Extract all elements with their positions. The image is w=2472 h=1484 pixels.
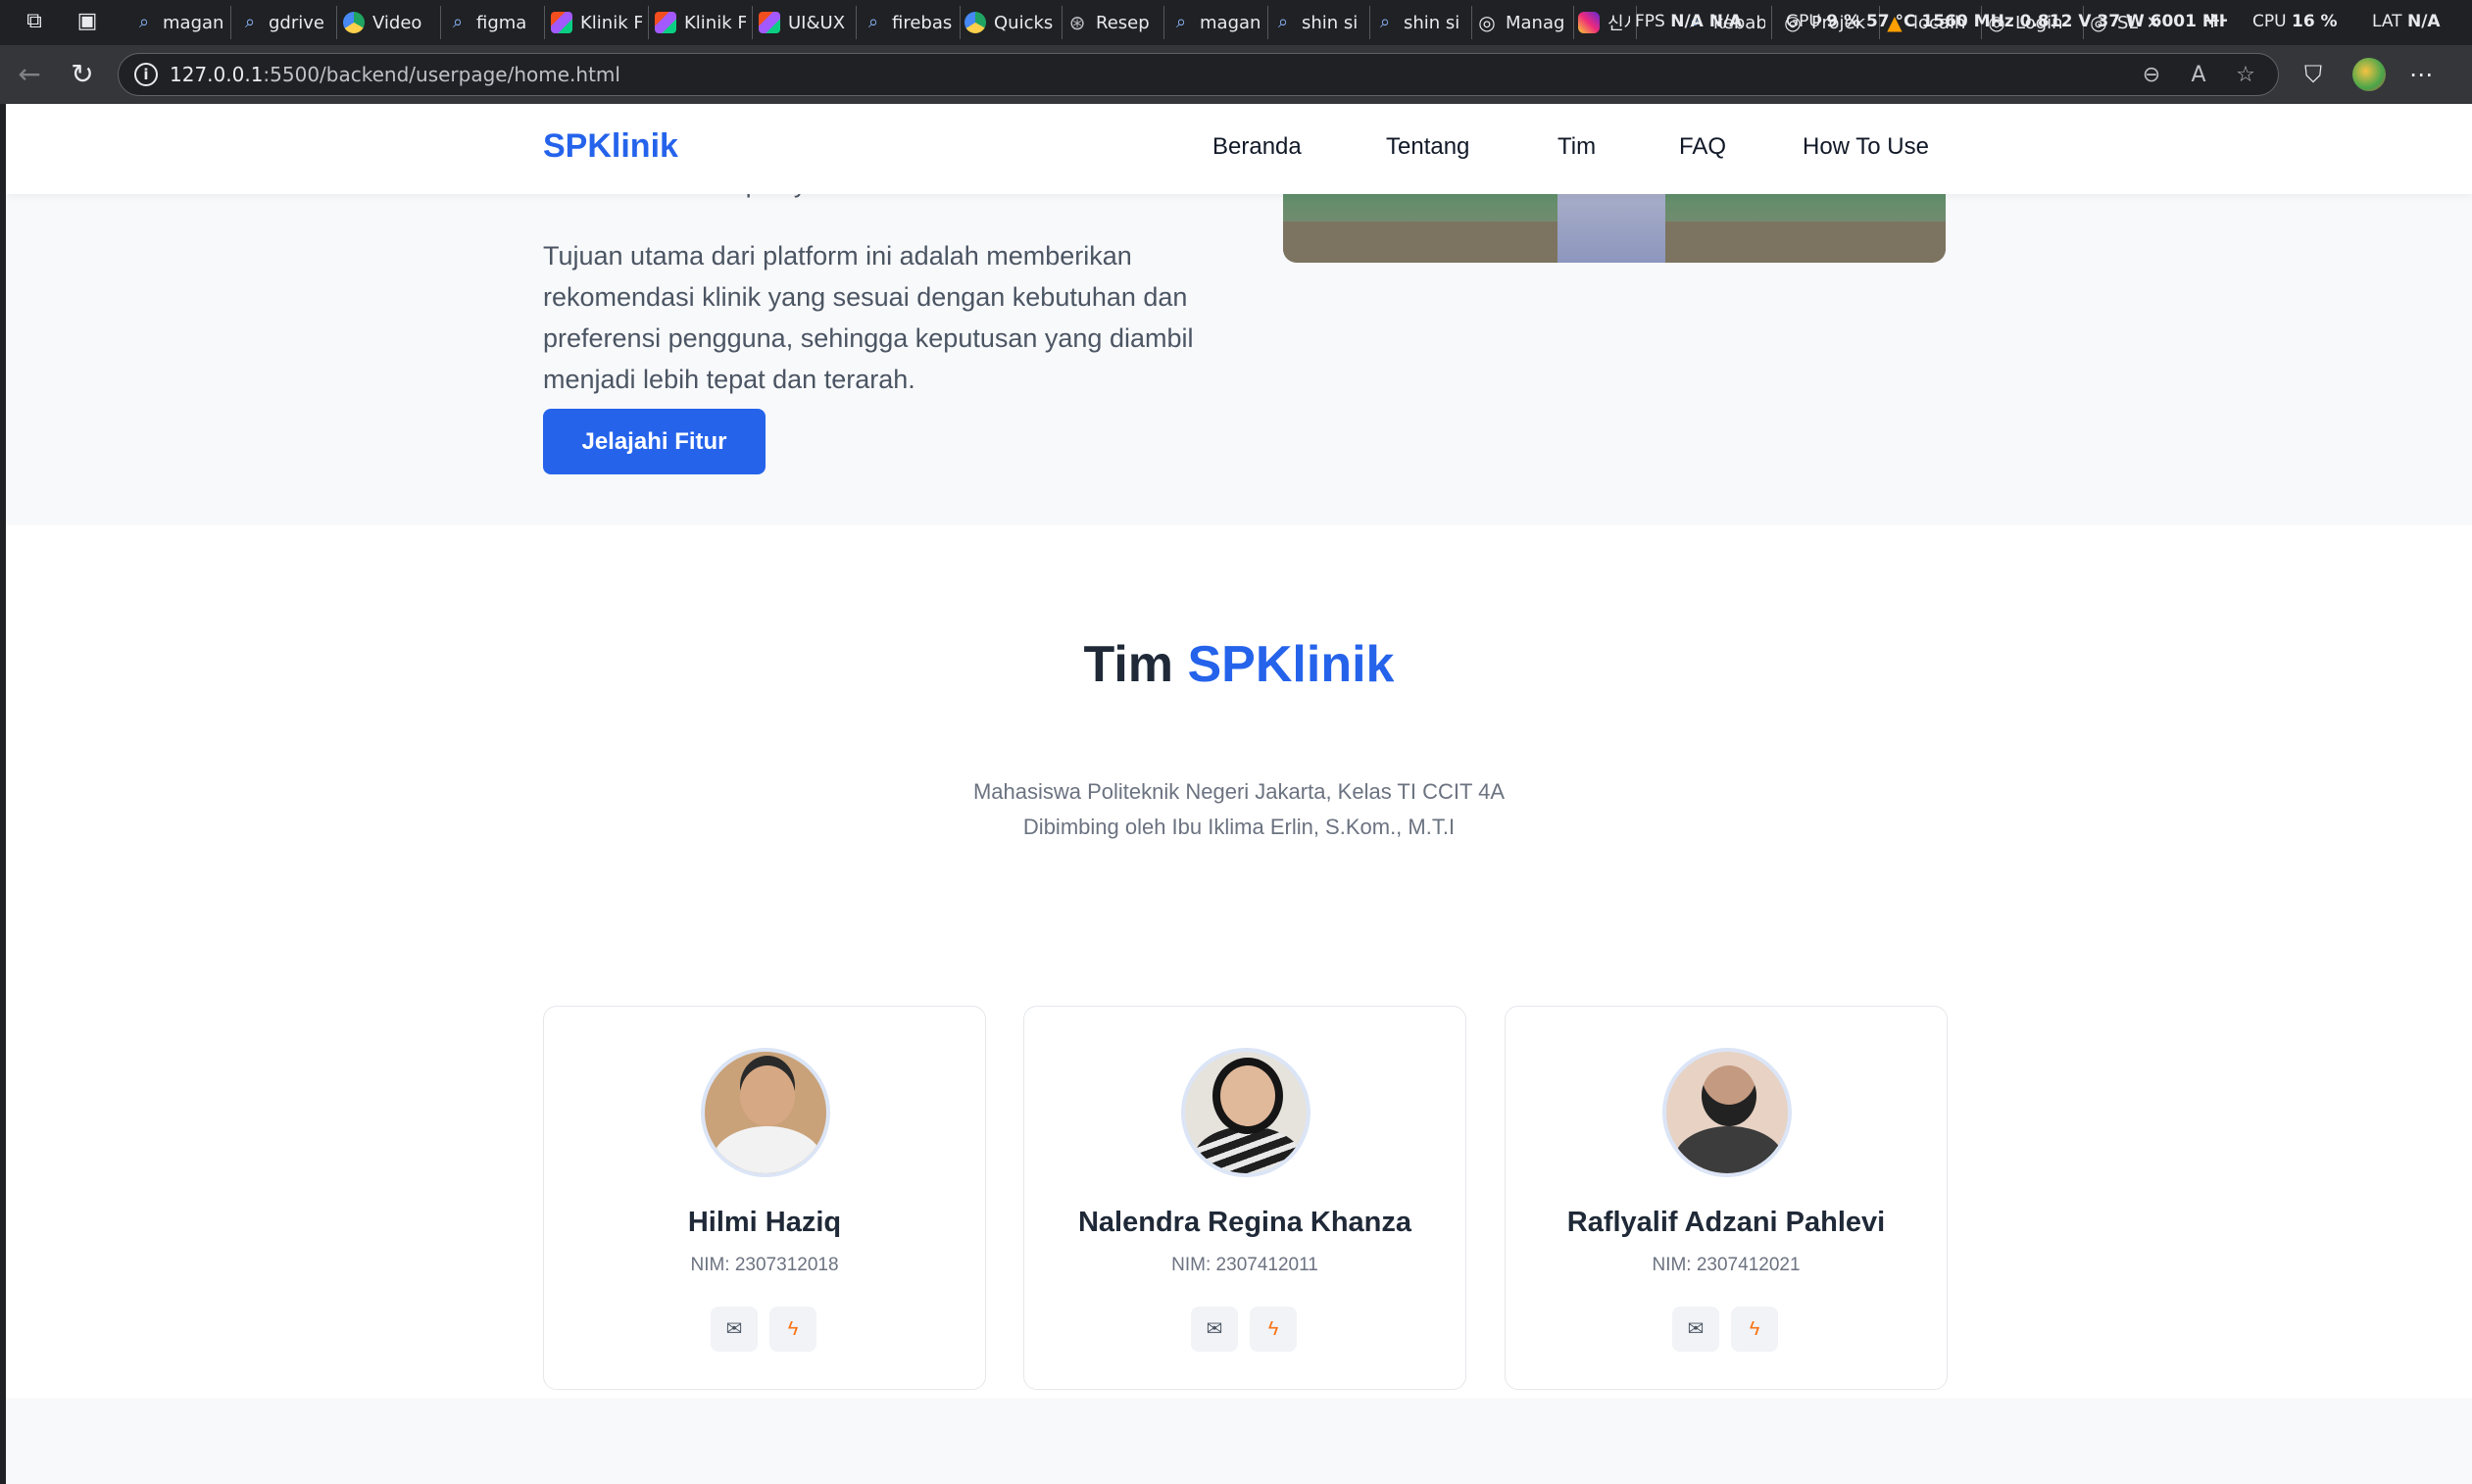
cpu-readout: CPU 16 % <box>2252 12 2338 31</box>
member-name: Raflyalif Adzani Pahlevi <box>1566 1207 1886 1238</box>
bolt-icon[interactable]: ϟ <box>769 1307 816 1352</box>
read-aloud-icon[interactable]: A <box>2185 62 2212 89</box>
search-icon: ⌕ <box>138 12 150 32</box>
member-nim: NIM: 2307412021 <box>1652 1255 1801 1275</box>
browser-tab-strip: ⧉ ▣ ⌕ magan ⌕ gdrive Video ⌕ figma Klinik F… <box>0 0 2472 45</box>
about-paragraph: Tujuan utama dari platform ini adalah me… <box>543 241 1194 394</box>
profile-avatar[interactable] <box>2352 58 2386 91</box>
browser-tab[interactable]: Video <box>343 6 441 39</box>
favorite-star-icon[interactable]: ☆ <box>2232 62 2259 89</box>
drive-icon <box>343 12 365 33</box>
gpu-readout: GPU 9 % 57 °C 1560 MHz 0.812 V 37 W 6001… <box>1786 12 2227 31</box>
search-icon: ⌕ <box>1379 12 1391 32</box>
instagram-icon <box>1578 12 1600 33</box>
browser-tab[interactable]: ⌕ magan <box>1170 6 1268 39</box>
nav-link-faq[interactable]: FAQ <box>1679 133 1726 161</box>
url-host: 127.0.0.1 <box>170 63 264 86</box>
reload-icon[interactable]: ↻ <box>67 59 98 90</box>
zoom-icon[interactable]: ⊖ <box>2138 62 2165 89</box>
mail-icon[interactable]: ✉ <box>1191 1307 1238 1352</box>
team-member-card: Hilmi Haziq NIM: 2307312018 ✉ ϟ <box>543 1006 986 1390</box>
site-navbar: SPKlinik Beranda Tentang Tim FAQ How To … <box>6 104 2472 194</box>
tab-actions-icon[interactable]: ▣ <box>74 9 100 34</box>
browser-tab[interactable]: ⌕ magan <box>133 6 231 39</box>
nav-link-tentang[interactable]: Tentang <box>1386 133 1469 161</box>
browser-tab[interactable]: ⌕ shin si <box>1272 6 1370 39</box>
team-member-card: Nalendra Regina Khanza NIM: 2307412011 ✉… <box>1023 1006 1466 1390</box>
team-title: Tim SPKlinik <box>1083 636 1395 693</box>
browser-tab[interactable]: ⌕ shin si <box>1374 6 1472 39</box>
workspaces-icon[interactable]: ⧉ <box>22 9 47 34</box>
figma-icon <box>551 12 572 33</box>
browser-tab[interactable]: Klinik F <box>655 6 753 39</box>
browser-tab[interactable]: 신시아 <box>1578 6 1637 39</box>
nav-link-tim[interactable]: Tim <box>1557 133 1596 161</box>
member-name: Nalendra Regina Khanza <box>1077 1207 1412 1238</box>
brand-logo[interactable]: SPKlinik <box>543 127 678 166</box>
explore-features-button[interactable]: Jelajahi Fitur <box>543 409 766 474</box>
search-icon: ⌕ <box>452 12 464 32</box>
browser-tab[interactable]: Klinik F <box>551 6 649 39</box>
drive-icon <box>964 12 986 33</box>
browser-tab[interactable]: Quicks <box>964 6 1063 39</box>
shield-icon[interactable]: ⛉ <box>2298 59 2329 90</box>
search-icon: ⌕ <box>867 12 879 32</box>
mail-icon[interactable]: ✉ <box>711 1307 758 1352</box>
latency-readout: LAT N/A <box>2372 12 2441 31</box>
back-icon[interactable]: ← <box>14 59 45 90</box>
team-member-card: Raflyalif Adzani Pahlevi NIM: 2307412021… <box>1505 1006 1948 1390</box>
browser-tab[interactable]: UI&UX <box>759 6 857 39</box>
site-info-icon[interactable]: i <box>134 63 158 86</box>
bolt-icon[interactable]: ϟ <box>1731 1307 1778 1352</box>
search-icon: ⌕ <box>244 12 256 32</box>
browser-tab[interactable]: ⌕ gdrive <box>239 6 337 39</box>
chatgpt-icon: ⊛ <box>1068 11 1086 34</box>
member-nim: NIM: 2307412011 <box>1171 1255 1318 1275</box>
search-icon: ⌕ <box>1277 12 1289 32</box>
browser-tab[interactable]: ◎ Manag <box>1476 6 1574 39</box>
mail-icon[interactable]: ✉ <box>1672 1307 1719 1352</box>
browser-tab[interactable]: ⌕ figma <box>447 6 545 39</box>
team-section: Tim SPKlinik Mahasiswa Politeknik Negeri… <box>6 525 2472 1398</box>
fps-readout: FPS N/A N/A <box>1635 12 1743 31</box>
globe-icon: ◎ <box>1478 11 1496 34</box>
page-viewport: dan ketersediaan pelayanan. Tujuan utama… <box>6 104 2472 1484</box>
url-field[interactable]: i 127.0.0.1:5500/backend/userpage/home.h… <box>118 53 2279 96</box>
figma-icon <box>655 12 676 33</box>
nav-link-how-to-use[interactable]: How To Use <box>1803 133 1929 161</box>
address-bar: ← ↻ i 127.0.0.1:5500/backend/userpage/ho… <box>0 45 2472 104</box>
member-photo <box>1181 1048 1310 1177</box>
search-icon: ⌕ <box>1175 12 1187 32</box>
nav-link-beranda[interactable]: Beranda <box>1212 133 1302 161</box>
next-section-band <box>6 1398 2472 1484</box>
bolt-icon[interactable]: ϟ <box>1250 1307 1297 1352</box>
member-name: Hilmi Haziq <box>687 1207 842 1238</box>
team-subtitle: Mahasiswa Politeknik Negeri Jakarta, Kel… <box>972 779 1506 839</box>
member-photo <box>1662 1048 1792 1177</box>
browser-tab[interactable]: ⌕ firebas <box>863 6 961 39</box>
browser-tab[interactable]: ⊛ Resep <box>1066 6 1164 39</box>
more-menu-icon[interactable]: ⋯ <box>2405 59 2437 90</box>
member-nim: NIM: 2307312018 <box>690 1255 839 1275</box>
url-path: :5500/backend/userpage/home.html <box>263 63 620 86</box>
figma-icon <box>759 12 780 33</box>
member-photo <box>701 1048 830 1177</box>
